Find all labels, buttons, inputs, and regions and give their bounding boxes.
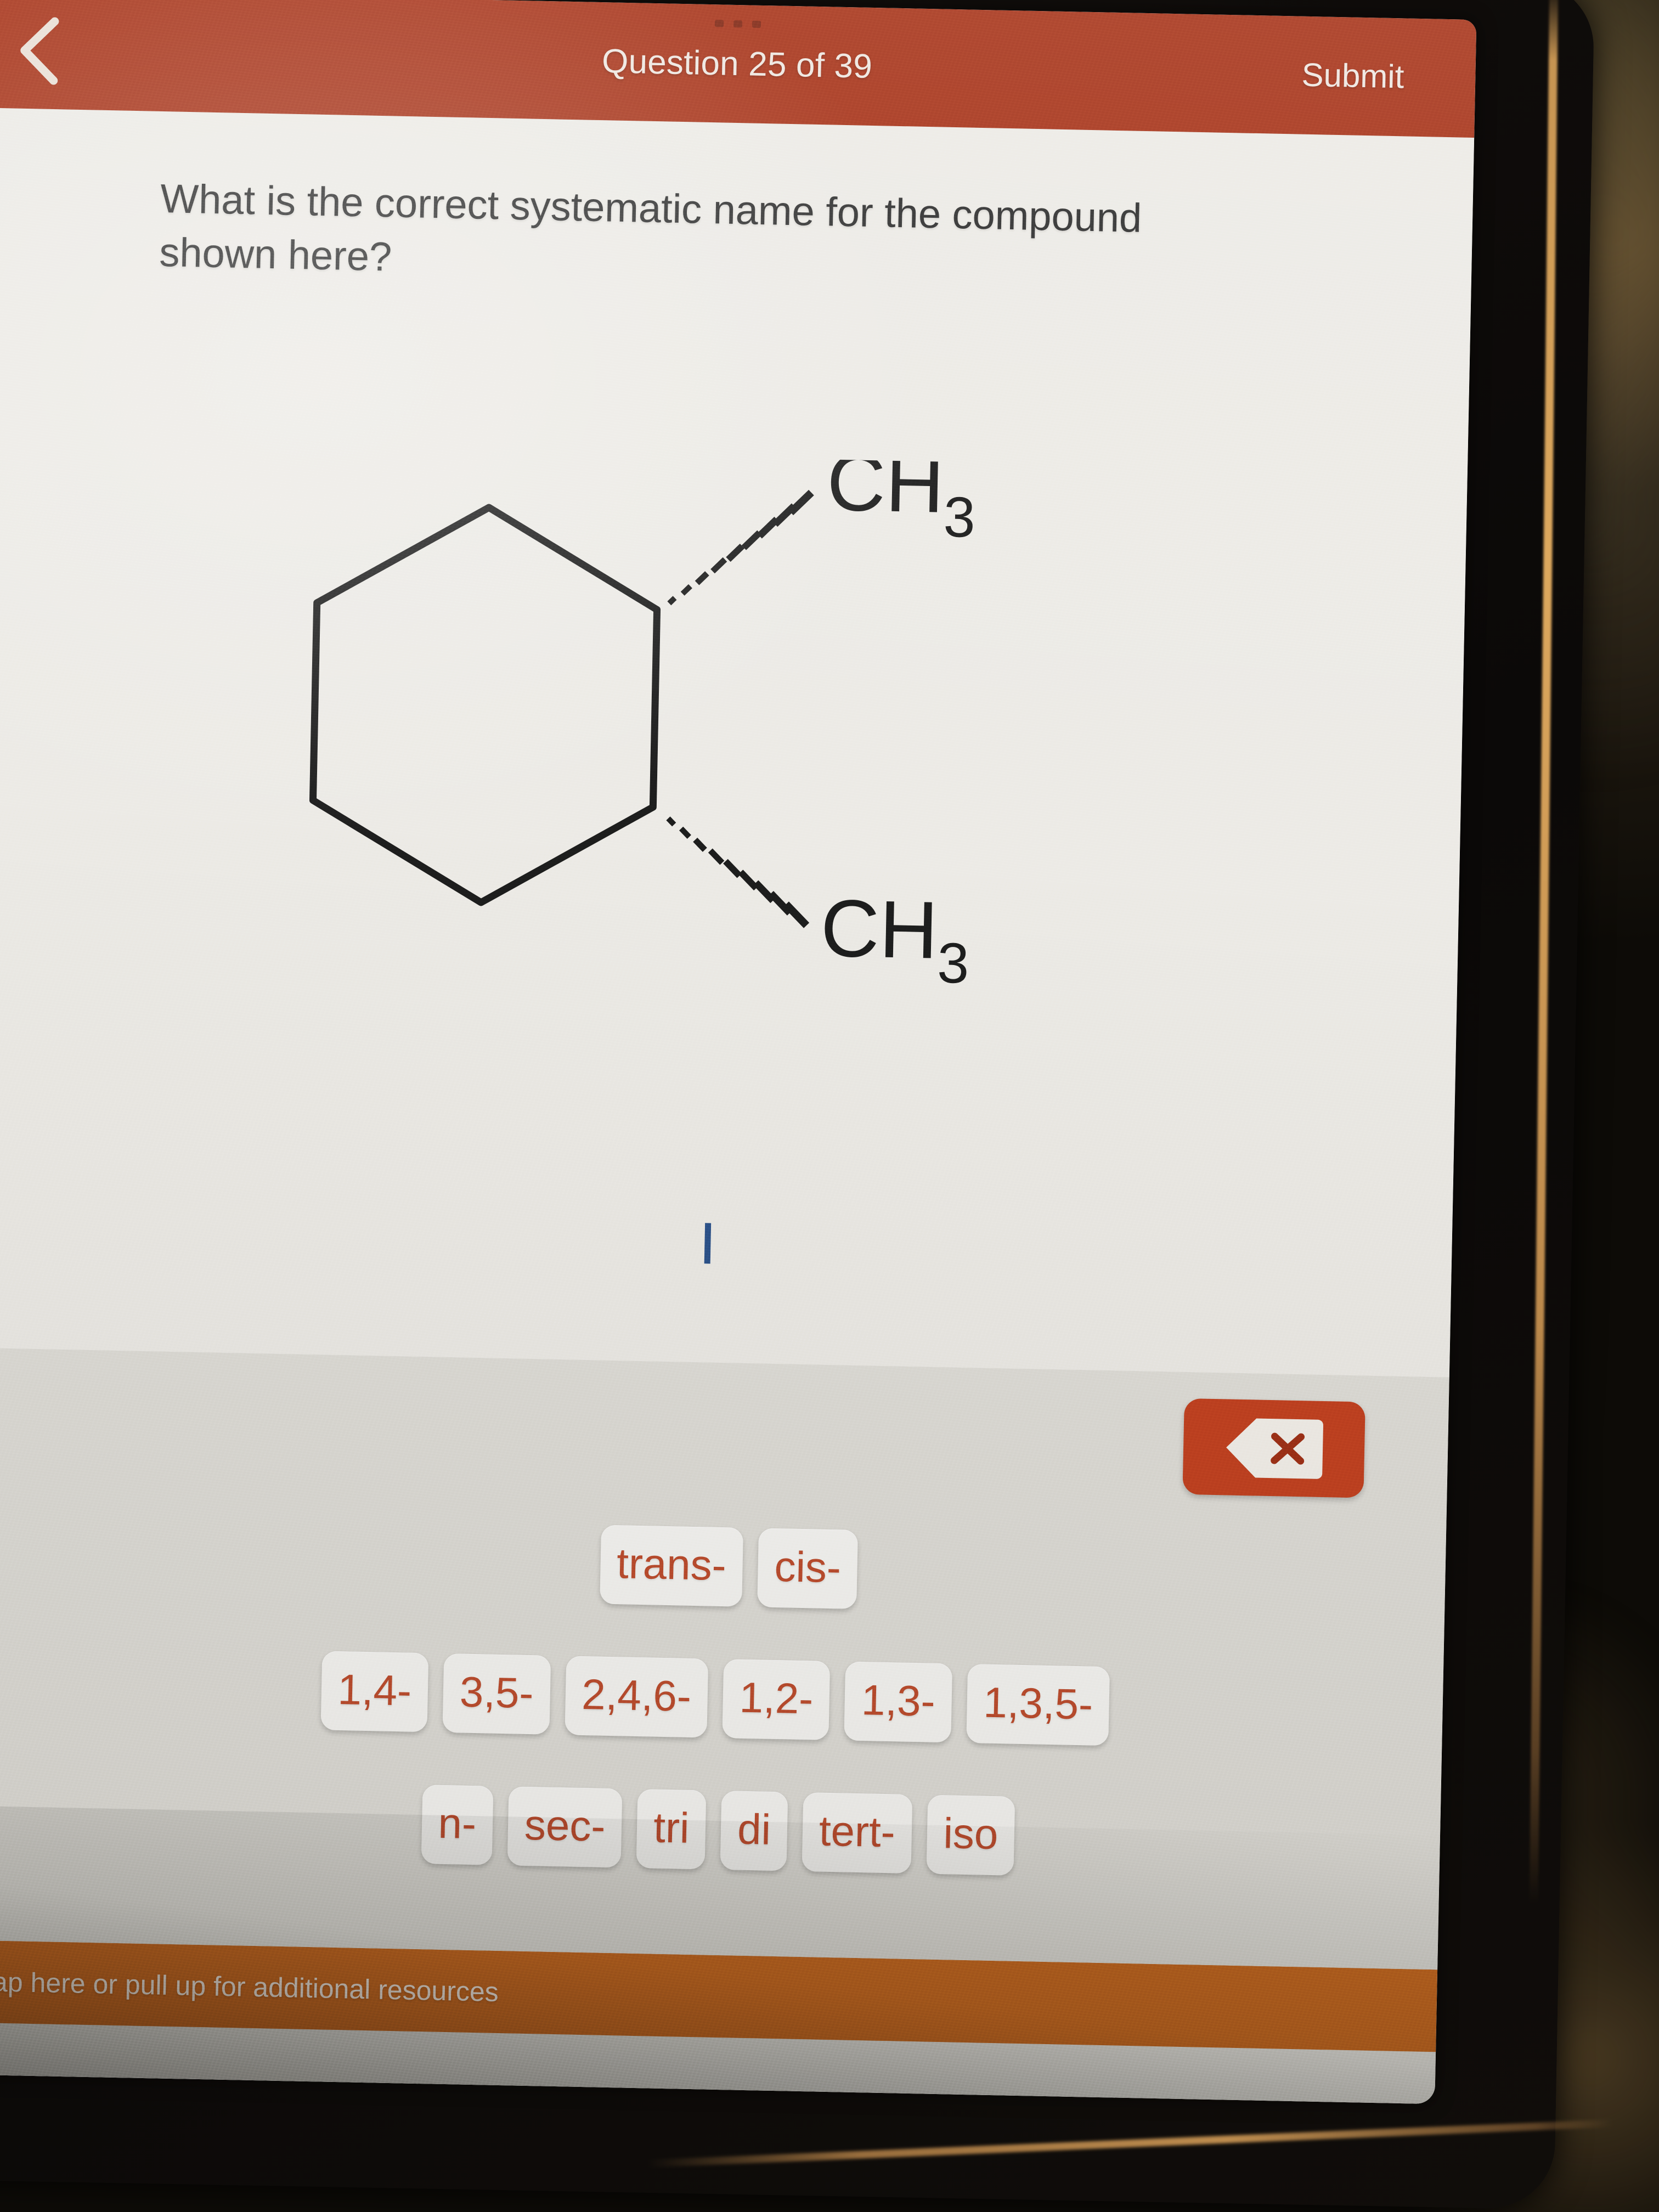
token-key-row: trans- cis-	[0, 1512, 1446, 1621]
token-key-row: 1,4- 3,5- 2,4,6- 1,2- 1,3- 1,3,5-	[0, 1644, 1443, 1752]
tablet-screen: Question 25 of 39 Submit What is the cor…	[0, 0, 1477, 2104]
additional-resources-label: Tap here or pull up for additional resou…	[0, 1966, 499, 2007]
token-key[interactable]: di	[720, 1791, 788, 1871]
token-key[interactable]: 1,2-	[722, 1659, 831, 1740]
backspace-delete-icon	[1223, 1415, 1324, 1481]
question-prompt: What is the correct systematic name for …	[159, 175, 1143, 280]
text-caret	[704, 1223, 712, 1264]
token-keyboard: trans- cis- 1,4- 3,5- 2,4,6- 1,2- 1,3- 1…	[0, 1347, 1449, 1970]
substituent-label-upper: CH3	[826, 448, 977, 549]
page-title: Question 25 of 39	[601, 42, 873, 86]
backspace-button[interactable]	[1182, 1398, 1365, 1498]
submit-button[interactable]: Submit	[1301, 56, 1404, 96]
token-key[interactable]: tri	[636, 1788, 707, 1870]
photographed-tablet-scene: Question 25 of 39 Submit What is the cor…	[0, 0, 1659, 2212]
token-key[interactable]: 1,4-	[320, 1651, 429, 1733]
token-key[interactable]: sec-	[507, 1786, 623, 1868]
token-key[interactable]: tert-	[802, 1792, 913, 1874]
hashed-bond-upper	[667, 489, 814, 606]
token-key[interactable]: 1,3-	[844, 1661, 952, 1743]
token-key[interactable]: trans-	[599, 1525, 744, 1607]
answer-input[interactable]	[139, 1198, 1353, 1299]
token-key[interactable]: 3,5-	[442, 1653, 551, 1735]
molecular-structure-figure: CH3 CH3	[242, 448, 1187, 1059]
token-key[interactable]: cis-	[757, 1528, 859, 1609]
token-key[interactable]: 1,3,5-	[966, 1664, 1110, 1746]
cyclohexane-ring	[309, 504, 661, 906]
hashed-bond-lower	[666, 816, 810, 928]
token-key[interactable]: 2,4,6-	[564, 1656, 709, 1738]
question-pane: What is the correct systematic name for …	[0, 108, 1475, 1378]
substituent-label-lower: CH3	[820, 883, 971, 995]
token-key[interactable]: iso	[926, 1795, 1015, 1876]
token-key-row: n- sec- tri di tert- iso	[0, 1775, 1441, 1884]
token-key[interactable]: n-	[421, 1785, 494, 1865]
